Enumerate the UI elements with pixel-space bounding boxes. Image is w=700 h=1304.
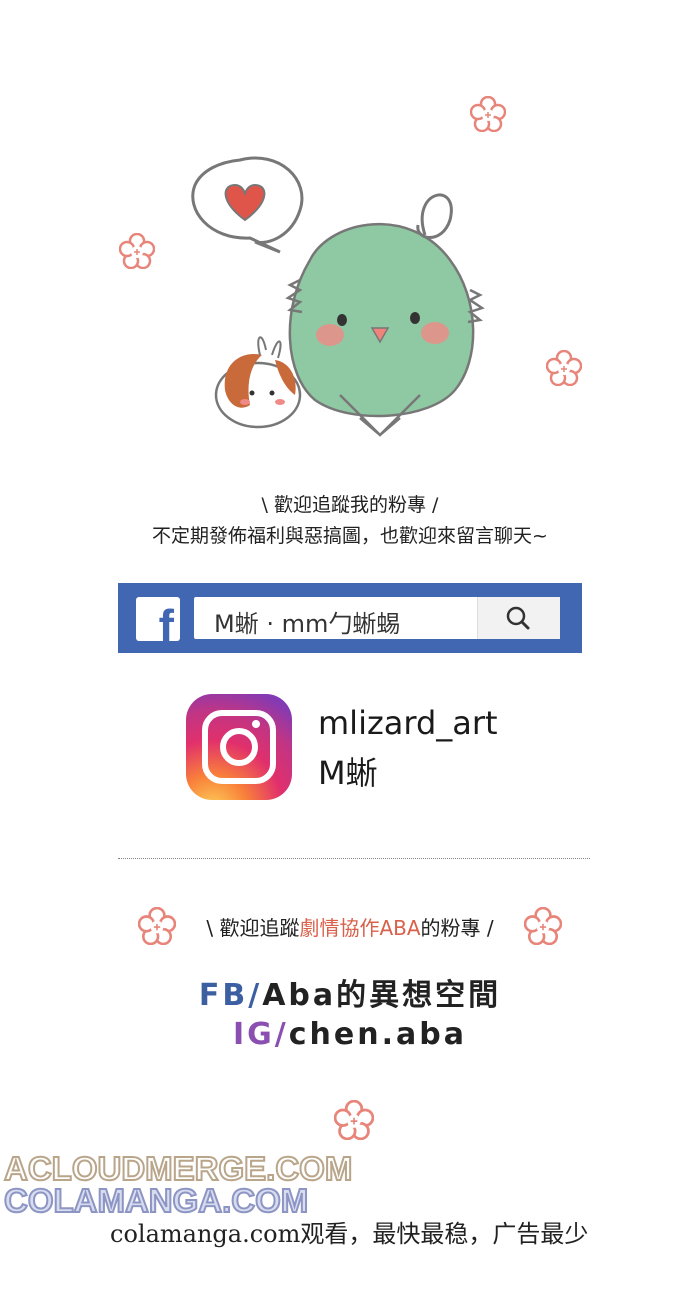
facebook-search-field[interactable]: M蜥 · mm勹蜥蜴: [194, 597, 560, 639]
aba-facebook: FB/Aba的異想空間: [0, 970, 700, 1014]
ig-value: chen.aba: [288, 1017, 467, 1052]
facebook-search-bar[interactable]: f M蜥 · mm勹蜥蜴: [118, 583, 582, 653]
follow-title: \ 歡迎追蹤我的粉專 /: [261, 494, 439, 516]
follow-subtitle: 不定期發佈福利與惡搞圖，也歡迎來留言聊天~: [152, 525, 548, 547]
fb-label: FB/: [198, 978, 263, 1013]
instagram-handle: mlizard_art: [318, 704, 498, 742]
facebook-page-name: M蜥 · mm勹蜥蜴: [214, 610, 401, 638]
flower-icon: [334, 1100, 374, 1140]
search-icon: [506, 606, 530, 630]
flower-icon: [119, 233, 155, 269]
instagram-name: M蜥: [318, 754, 378, 792]
dotted-divider: [118, 858, 590, 859]
flower-icon: [470, 96, 506, 132]
aba-accent: 劇情協作ABA: [299, 916, 421, 940]
instagram-logo-icon[interactable]: [186, 694, 292, 800]
aba-suffix: 的粉專 /: [420, 916, 494, 940]
flower-icon: [546, 350, 582, 386]
facebook-logo-icon: f: [136, 597, 180, 641]
mascot-illustration: [191, 156, 485, 437]
aba-prefix: \ 歡迎追蹤: [206, 916, 300, 940]
footer-notice: colamanga.com观看，最快最稳，广告最少: [110, 1220, 589, 1248]
fb-value: Aba的異想空間: [262, 978, 502, 1013]
aba-follow-title: \ 歡迎追蹤劇情協作ABA的粉專 /: [0, 912, 700, 941]
search-button[interactable]: [477, 597, 560, 639]
aba-instagram: IG/chen.aba: [0, 1017, 700, 1052]
ig-label: IG/: [233, 1017, 289, 1052]
